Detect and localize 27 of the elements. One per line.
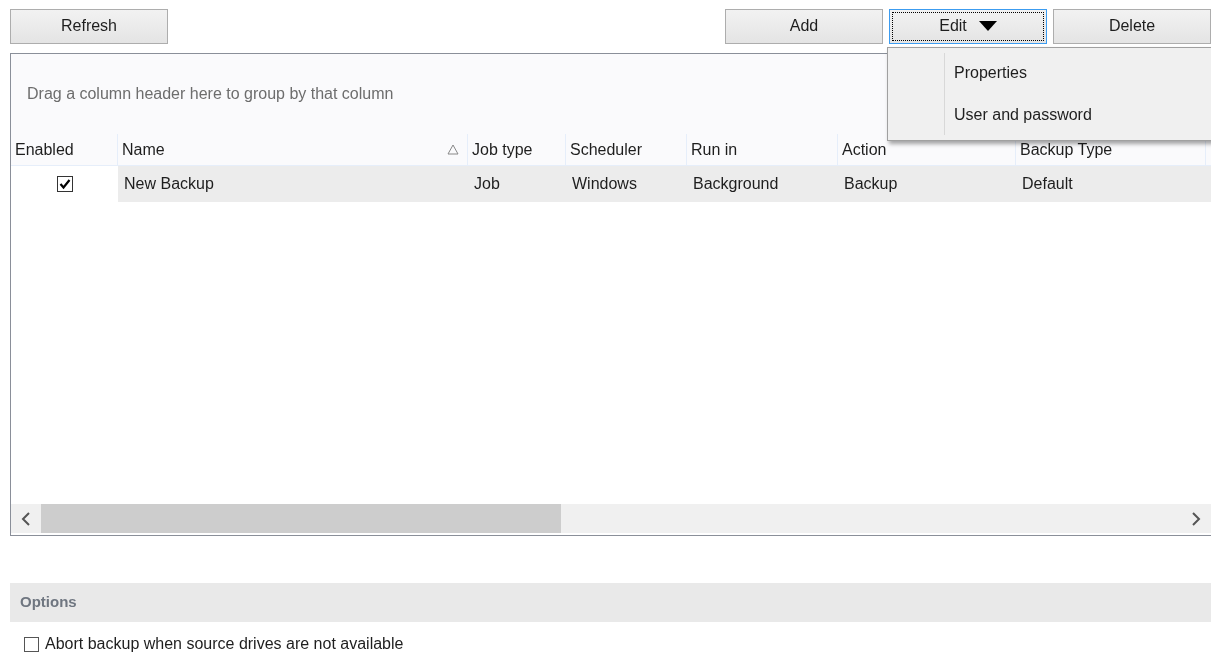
checkbox[interactable] [56,176,73,192]
toolbar-button[interactable]: Add [725,8,883,44]
toolbar-button[interactable]: Refresh [10,8,168,44]
column-header[interactable]: Enabled [11,134,118,165]
column-header[interactable]: Scheduler [566,134,687,165]
option-checkbox[interactable]: Abort backup when source drives are not available [24,632,1211,656]
table-cell: Background [687,166,838,202]
table-cell: Backup [838,166,1016,202]
scroll-left-icon[interactable] [21,511,31,526]
menu-item[interactable]: Properties [888,52,1211,94]
toolbar-button[interactable]: Edit [889,8,1047,44]
table-cell: Windows [566,166,687,202]
column-header[interactable]: Name [118,134,468,165]
column-header[interactable]: Job type [468,134,566,165]
table-cell: Default [1016,166,1206,202]
scroll-right-icon[interactable] [1191,511,1201,526]
sort-ascending-icon [447,144,459,155]
toolbar-button[interactable]: Delete [1053,8,1211,44]
horizontal-scrollbar[interactable] [11,504,1211,533]
table-cell: Job [468,166,566,202]
group-hint: Drag a column header here to group by that column [27,84,394,104]
menu-item[interactable]: User and password [888,94,1211,136]
options-header: Options [10,583,1211,622]
table-cell: New Backup [118,166,468,202]
caret-icon [978,21,997,31]
scrollbar-thumb[interactable] [41,504,561,533]
column-header[interactable]: Run in [687,134,838,165]
